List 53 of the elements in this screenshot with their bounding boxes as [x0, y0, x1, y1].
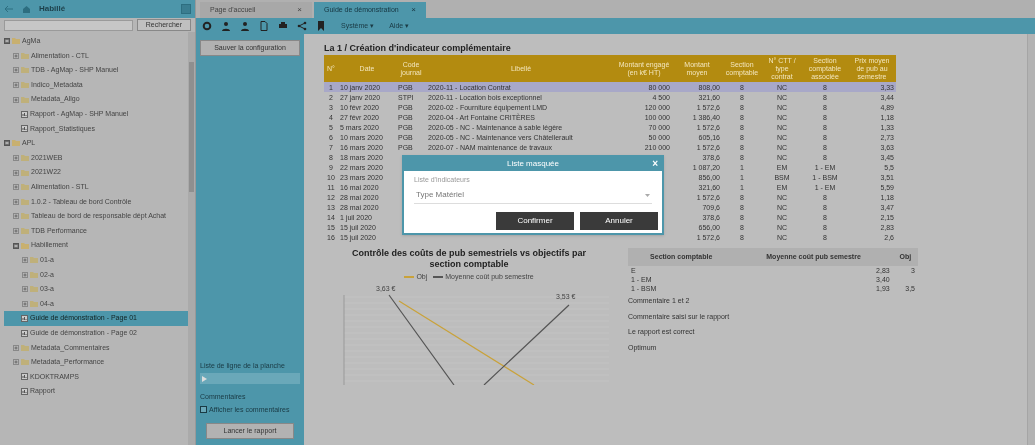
- report-icon: [21, 125, 28, 133]
- scrollbar[interactable]: [1027, 34, 1035, 445]
- expand-icon[interactable]: [13, 344, 19, 351]
- user-icon[interactable]: [221, 21, 231, 31]
- close-icon[interactable]: ×: [297, 4, 302, 16]
- chart-title: Contrôle des coûts de pub semestriels vs objectifs par section comptable: [350, 248, 588, 270]
- expand-icon[interactable]: [22, 286, 28, 293]
- share-icon[interactable]: [297, 21, 307, 31]
- home-icon[interactable]: [22, 5, 31, 13]
- panel-toggle-icon[interactable]: [181, 4, 191, 14]
- expand-icon[interactable]: [13, 213, 19, 220]
- report-icon: [21, 373, 28, 381]
- settings-icon[interactable]: [202, 21, 212, 31]
- sidebar-title: Habillé: [39, 3, 66, 15]
- play-icon: [202, 375, 207, 382]
- close-icon[interactable]: ×: [411, 4, 416, 16]
- search-field[interactable]: [4, 19, 133, 31]
- collapse-icon[interactable]: [4, 140, 10, 147]
- expand-icon[interactable]: [13, 52, 19, 59]
- expand-icon[interactable]: [22, 271, 28, 278]
- user-icon[interactable]: [240, 21, 250, 31]
- expand-icon[interactable]: [13, 169, 19, 176]
- report-icon: [21, 329, 28, 337]
- expand-icon[interactable]: [13, 155, 19, 162]
- dialog-title: Liste masquée: [507, 158, 559, 170]
- scrollbar[interactable]: [188, 32, 195, 445]
- close-icon[interactable]: ×: [652, 157, 658, 170]
- expand-icon[interactable]: [13, 228, 19, 234]
- expand-icon[interactable]: [22, 301, 28, 307]
- dialog-button[interactable]: Annuler: [580, 212, 658, 230]
- document-icon[interactable]: [259, 21, 269, 31]
- expand-icon[interactable]: [22, 257, 28, 264]
- report-title: La 1 / Création d'indicateur complémentaire: [324, 42, 512, 55]
- checkbox[interactable]: [200, 406, 207, 414]
- expand-icon[interactable]: [13, 82, 19, 89]
- expand-icon[interactable]: [13, 198, 19, 205]
- expand-icon[interactable]: [13, 67, 19, 74]
- bookmark-icon[interactable]: [316, 21, 326, 31]
- scrollbar-thumb[interactable]: [189, 62, 194, 192]
- caret-icon: [645, 193, 650, 197]
- select-field[interactable]: Type Matériel: [414, 187, 652, 204]
- back-arrow-icon[interactable]: [4, 5, 14, 13]
- expand-icon[interactable]: [13, 184, 19, 191]
- report-icon: [21, 388, 28, 396]
- expand-icon[interactable]: [13, 359, 19, 366]
- printer-icon[interactable]: [278, 21, 288, 31]
- expand-icon[interactable]: [13, 96, 19, 103]
- collapse-icon[interactable]: [4, 38, 10, 45]
- report-icon: [21, 110, 28, 118]
- dialog-button[interactable]: Confirmer: [496, 212, 574, 230]
- collapse-icon[interactable]: [13, 242, 19, 249]
- report-icon: [21, 315, 28, 323]
- line-field[interactable]: [200, 373, 300, 384]
